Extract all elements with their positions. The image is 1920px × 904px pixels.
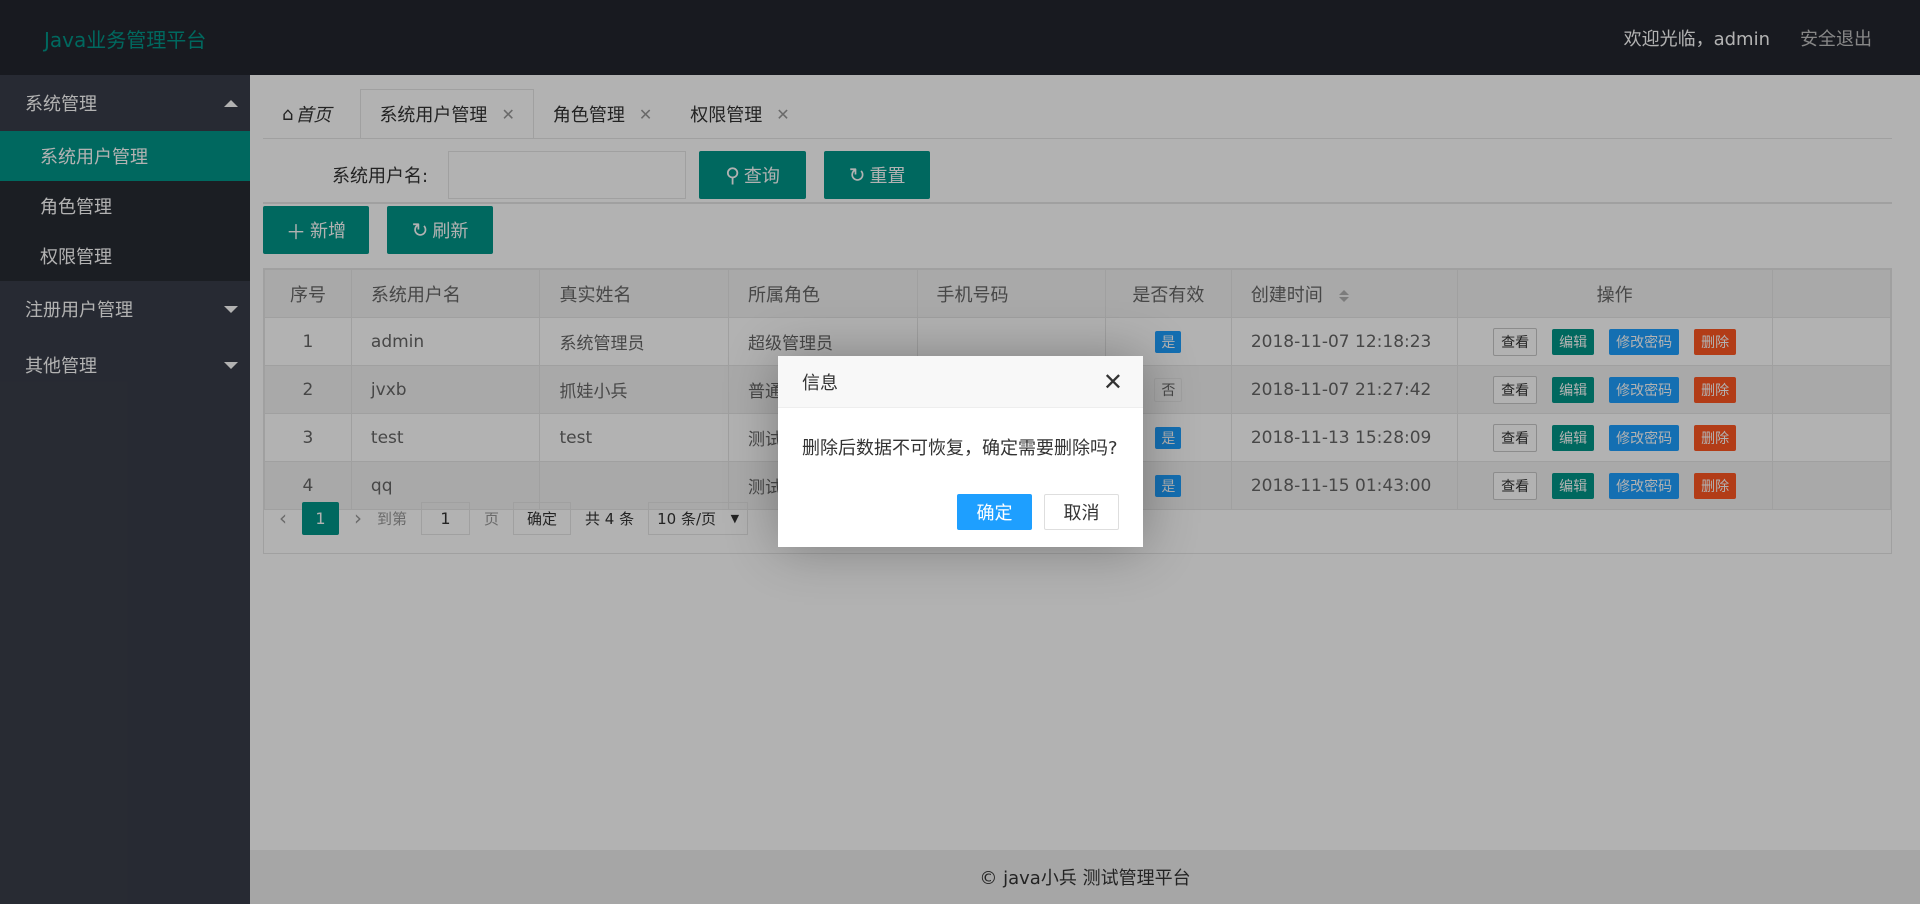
confirm-delete-dialog: 信息 ✕ 删除后数据不可恢复，确定需要删除吗? 确定 取消 xyxy=(778,356,1143,547)
dialog-message: 删除后数据不可恢复，确定需要删除吗? xyxy=(802,438,1118,459)
cancel-button[interactable]: 取消 xyxy=(1044,494,1119,530)
dialog-buttons: 确定 取消 xyxy=(778,494,1143,530)
confirm-button[interactable]: 确定 xyxy=(957,494,1032,530)
dialog-header: 信息 ✕ xyxy=(778,356,1143,408)
dialog-title: 信息 xyxy=(802,372,838,394)
close-icon[interactable]: ✕ xyxy=(1103,370,1123,394)
